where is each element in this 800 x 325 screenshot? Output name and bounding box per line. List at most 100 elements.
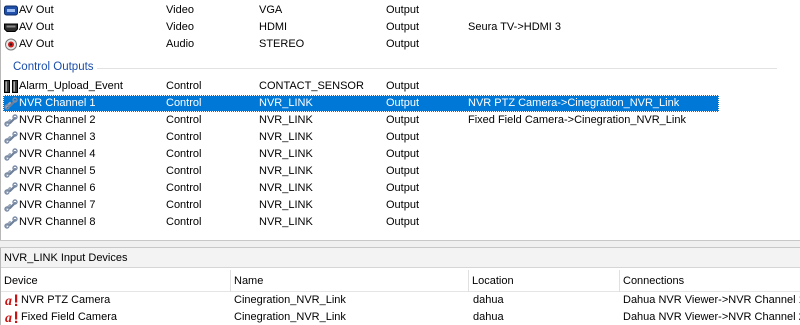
row-connection: [468, 146, 728, 163]
svg-text:a: a: [5, 294, 12, 307]
row-type: Audio: [166, 38, 195, 50]
row-direction: Output: [386, 97, 420, 109]
row-name: NVR Channel 4: [19, 148, 96, 160]
row-type: Control: [166, 97, 202, 109]
row-direction: Output: [386, 21, 420, 33]
link-icon: [4, 182, 18, 195]
pane-splitter[interactable]: [0, 240, 800, 248]
row-type: Control: [166, 114, 202, 126]
contact-sensor-icon: [4, 80, 18, 93]
list-row-nvr-channel-7[interactable]: NVR Channel 7 Control NVR_LINK Output: [3, 197, 719, 214]
row-type: Control: [166, 165, 202, 177]
row-subtype: STEREO: [259, 38, 305, 50]
row-connection: [468, 78, 728, 95]
row-connection: [468, 36, 728, 53]
list-row-av-out-hdmi[interactable]: AV Out Video HDMI Output Seura TV->HDMI …: [3, 19, 719, 36]
vga-port-icon: [4, 5, 18, 16]
row-direction: Output: [386, 182, 420, 194]
device-driver-name: Cinegration_NVR_Link: [234, 311, 346, 323]
device-row[interactable]: a Fixed Field Camera Cinegration_NVR_Link…: [1, 309, 800, 325]
row-connection: Seura TV->HDMI 3: [468, 21, 562, 33]
device-location: dahua: [473, 294, 504, 306]
link-icon: [4, 114, 18, 127]
row-direction: Output: [386, 80, 420, 92]
row-connection: Fixed Field Camera->Cinegration_NVR_Link: [468, 114, 686, 126]
row-subtype: HDMI: [259, 21, 288, 33]
list-row-av-out-stereo[interactable]: AV Out Audio STEREO Output: [3, 36, 719, 53]
row-subtype: NVR_LINK: [259, 182, 313, 194]
row-type: Video: [166, 4, 194, 16]
list-row-nvr-channel-6[interactable]: NVR Channel 6 Control NVR_LINK Output: [3, 180, 719, 197]
row-connection: [468, 2, 728, 19]
row-name: AV Out: [19, 38, 54, 50]
device-name: NVR PTZ Camera: [21, 294, 111, 306]
row-subtype: NVR_LINK: [259, 216, 313, 228]
connections-list[interactable]: AV Out Video VGA Output AV Out Video HDM…: [0, 0, 800, 240]
row-subtype: NVR_LINK: [259, 165, 313, 177]
list-row-nvr-channel-1[interactable]: NVR Channel 1 Control NVR_LINK Output NV…: [3, 95, 719, 112]
row-direction: Output: [386, 199, 420, 211]
device-location: dahua: [473, 311, 504, 323]
row-connection: [468, 163, 728, 180]
driver-a-icon: a: [5, 311, 18, 324]
row-direction: Output: [386, 131, 420, 143]
list-row-nvr-channel-2[interactable]: NVR Channel 2 Control NVR_LINK Output Fi…: [3, 112, 719, 129]
row-type: Control: [166, 80, 202, 92]
column-header-connections[interactable]: Connections: [620, 270, 800, 292]
row-subtype: CONTACT_SENSOR: [259, 80, 364, 92]
row-connection: [468, 197, 728, 214]
row-name: AV Out: [19, 4, 54, 16]
list-row-nvr-channel-5[interactable]: NVR Channel 5 Control NVR_LINK Output: [3, 163, 719, 180]
row-type: Video: [166, 21, 194, 33]
row-connection: [468, 214, 728, 231]
hdmi-port-icon: [4, 23, 18, 32]
row-connection: [468, 129, 728, 146]
device-connections: Dahua NVR Viewer->NVR Channel 2: [623, 311, 800, 323]
column-header-device[interactable]: Device: [1, 270, 231, 292]
link-icon: [4, 97, 18, 110]
link-icon: [4, 199, 18, 212]
section-header-control-outputs: Control Outputs: [13, 61, 94, 73]
row-name: NVR Channel 3: [19, 131, 96, 143]
driver-a-icon: a: [5, 294, 18, 307]
list-row-av-out-vga[interactable]: AV Out Video VGA Output: [3, 2, 719, 19]
row-direction: Output: [386, 165, 420, 177]
row-connection: [468, 180, 728, 197]
row-name: NVR Channel 5: [19, 165, 96, 177]
device-driver-name: Cinegration_NVR_Link: [234, 294, 346, 306]
row-type: Control: [166, 148, 202, 160]
row-subtype: NVR_LINK: [259, 199, 313, 211]
row-subtype: NVR_LINK: [259, 131, 313, 143]
audio-jack-icon: [5, 38, 17, 51]
row-direction: Output: [386, 38, 420, 50]
row-subtype: NVR_LINK: [259, 148, 313, 160]
section-divider: [97, 68, 777, 69]
column-header-name[interactable]: Name: [231, 270, 469, 292]
input-devices-panel: NVR_LINK Input Devices Device Name Locat…: [0, 248, 800, 325]
row-type: Control: [166, 182, 202, 194]
link-icon: [4, 216, 18, 229]
svg-text:a: a: [5, 311, 12, 324]
link-icon: [4, 148, 18, 161]
list-row-nvr-channel-4[interactable]: NVR Channel 4 Control NVR_LINK Output: [3, 146, 719, 163]
link-icon: [4, 165, 18, 178]
column-header-location[interactable]: Location: [469, 270, 620, 292]
panel-title: NVR_LINK Input Devices: [1, 248, 800, 268]
row-direction: Output: [386, 114, 420, 126]
row-name: NVR Channel 1: [19, 97, 96, 109]
row-subtype: NVR_LINK: [259, 97, 313, 109]
list-row-alarm-upload-event[interactable]: Alarm_Upload_Event Control CONTACT_SENSO…: [3, 78, 719, 95]
row-name: NVR Channel 2: [19, 114, 96, 126]
device-row[interactable]: a NVR PTZ Camera Cinegration_NVR_Link dah…: [1, 292, 800, 308]
list-row-nvr-channel-8[interactable]: NVR Channel 8 Control NVR_LINK Output: [3, 214, 719, 231]
row-direction: Output: [386, 148, 420, 160]
row-subtype: VGA: [259, 4, 283, 16]
device-name: Fixed Field Camera: [21, 311, 117, 323]
row-name: Alarm_Upload_Event: [19, 80, 123, 92]
device-connections: Dahua NVR Viewer->NVR Channel 1: [623, 294, 800, 306]
row-direction: Output: [386, 216, 420, 228]
list-row-nvr-channel-3[interactable]: NVR Channel 3 Control NVR_LINK Output: [3, 129, 719, 146]
row-direction: Output: [386, 4, 420, 16]
row-subtype: NVR_LINK: [259, 114, 313, 126]
row-name: NVR Channel 8: [19, 216, 96, 228]
